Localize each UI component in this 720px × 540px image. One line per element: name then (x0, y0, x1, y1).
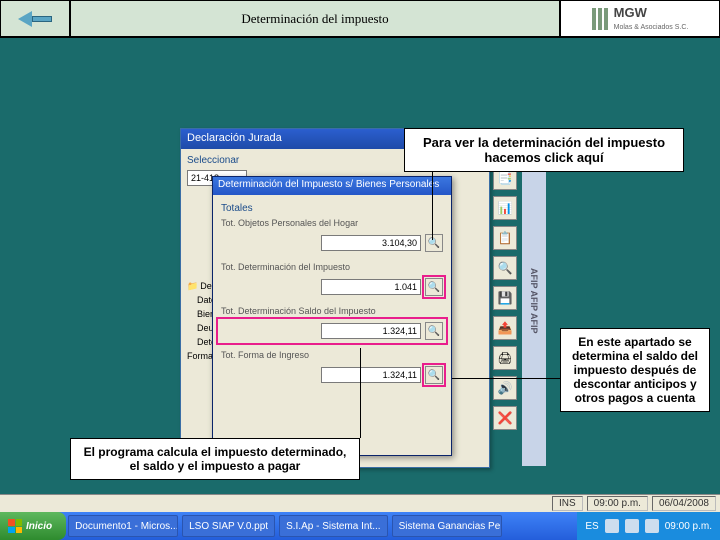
toolbar-btn-save[interactable]: 💾 (493, 286, 517, 310)
header-bar: Determinación del impuesto MGWMolas & As… (0, 0, 720, 38)
start-button[interactable]: Inicio (0, 512, 66, 540)
status-bar: INS 09:00 p.m. 06/04/2008 (0, 494, 720, 512)
section-label: Totales (221, 203, 443, 214)
toolbar-btn-close[interactable]: ❌ (493, 406, 517, 430)
system-tray[interactable]: ES 09:00 p.m. (577, 512, 720, 540)
tray-clock: 09:00 p.m. (665, 521, 712, 532)
field-label-2: Tot. Determinación Saldo del Impuesto (221, 306, 443, 316)
field-detail-btn-2[interactable]: 🔍 (425, 322, 443, 340)
callout-line (360, 348, 361, 438)
side-toolbar: 📄 📑 📊 📋 🔍 💾 📤 🖨 🔊 ❌ (493, 136, 519, 430)
logo-icon (592, 8, 608, 30)
task-item-1[interactable]: LSO SIAP V.0.ppt (182, 515, 275, 537)
back-arrow-box[interactable] (0, 0, 70, 37)
toolbar-btn-print[interactable]: 🖨 (493, 346, 517, 370)
field-label-1: Tot. Determinación del Impuesto (221, 262, 443, 272)
page-title: Determinación del impuesto (70, 0, 560, 37)
callout-line (452, 378, 560, 379)
task-item-3[interactable]: Sistema Ganancias Pe... (392, 515, 502, 537)
modal-title: Determinación del Impuesto s/ Bienes Per… (213, 177, 451, 195)
afip-strip: AFIP AFIP AFIP (522, 136, 546, 466)
start-label: Inicio (26, 521, 52, 532)
magnify-icon: 🔍 (428, 282, 440, 293)
field-input-3[interactable] (321, 367, 421, 383)
field-detail-btn-0[interactable]: 🔍 (425, 234, 443, 252)
field-detail-btn-1[interactable]: 🔍 (425, 278, 443, 296)
taskbar: Inicio Documento1 - Micros... LSO SIAP V… (0, 512, 720, 540)
callout-bottom-left: El programa calcula el impuesto determin… (70, 438, 360, 480)
toolbar-btn-sound[interactable]: 🔊 (493, 376, 517, 400)
magnify-icon: 🔍 (428, 370, 440, 381)
field-label-0: Tot. Objetos Personales del Hogar (221, 218, 443, 228)
magnify-icon: 🔍 (428, 238, 440, 249)
status-ins: INS (552, 496, 583, 511)
task-item-2[interactable]: S.I.Ap - Sistema Int... (279, 515, 387, 537)
callout-line (432, 170, 433, 240)
toolbar-btn-list[interactable]: 📋 (493, 226, 517, 250)
field-input-1[interactable] (321, 279, 421, 295)
field-label-3: Tot. Forma de Ingreso (221, 350, 443, 360)
logo-text: MGWMolas & Asociados S.C. (614, 5, 689, 32)
tray-icon[interactable] (625, 519, 639, 533)
status-time: 09:00 p.m. (587, 496, 648, 511)
task-item-0[interactable]: Documento1 - Micros... (68, 515, 178, 537)
modal-window: Determinación del Impuesto s/ Bienes Per… (212, 176, 452, 456)
status-date: 06/04/2008 (652, 496, 716, 511)
field-input-2[interactable] (321, 323, 421, 339)
callout-top: Para ver la determinación del impuesto h… (404, 128, 684, 172)
arrow-left-icon (18, 11, 52, 27)
field-detail-btn-3[interactable]: 🔍 (425, 366, 443, 384)
windows-icon (8, 519, 22, 533)
lang-indicator[interactable]: ES (585, 521, 598, 532)
toolbar-btn-export[interactable]: 📤 (493, 316, 517, 340)
magnify-icon: 🔍 (428, 326, 440, 337)
field-input-0[interactable] (321, 235, 421, 251)
toolbar-btn-search[interactable]: 🔍 (493, 256, 517, 280)
logo-box: MGWMolas & Asociados S.C. (560, 0, 720, 37)
main-area: Declaración Jurada Seleccionar Declaraci… (0, 38, 720, 512)
toolbar-btn-report[interactable]: 📊 (493, 196, 517, 220)
tray-icon[interactable] (605, 519, 619, 533)
callout-right: En este apartado se determina el saldo d… (560, 328, 710, 412)
tray-icon[interactable] (645, 519, 659, 533)
